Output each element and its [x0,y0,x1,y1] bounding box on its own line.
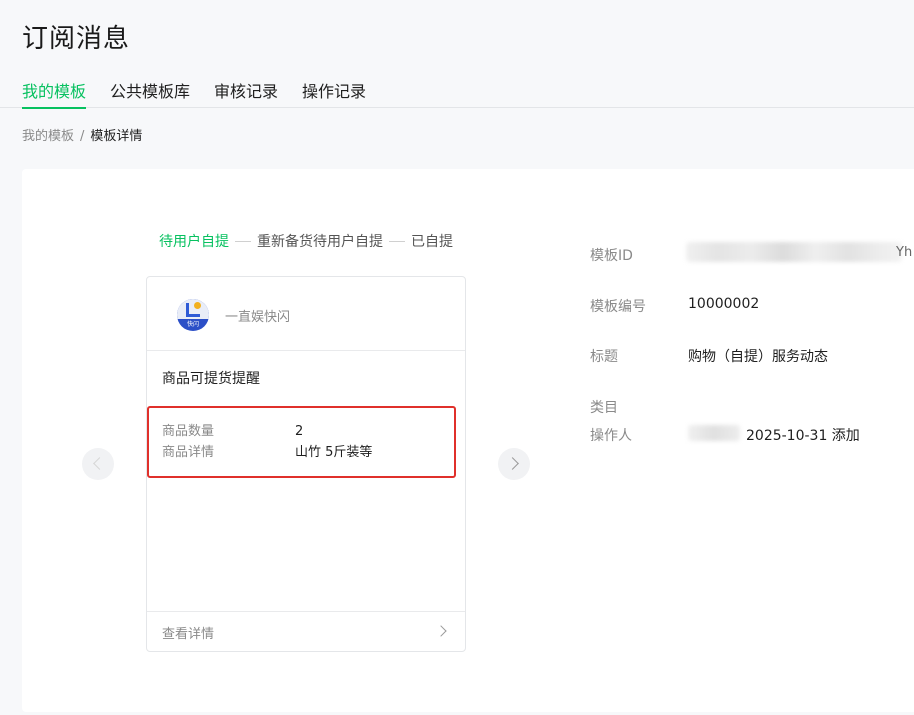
next-preview-button[interactable] [498,448,530,480]
tab-bar: 我的模板 公共模板库 审核记录 操作记录 [0,78,914,109]
message-title: 商品可提货提醒 [162,371,260,387]
operator-value: 2025-10-31 添加 [746,428,860,444]
template-no-label: 模板编号 [590,299,646,315]
brand-avatar: 快闪 [177,299,209,331]
template-id-redacted [686,242,902,262]
step-restocked-awaiting-pickup[interactable]: 重新备货待用户自提 [257,231,383,251]
tab-public-template-library[interactable]: 公共模板库 [110,78,190,108]
category-label: 类目 [590,400,618,416]
chevron-left-icon [93,457,106,470]
status-steps: 待用户自提 重新备货待用户自提 已自提 [159,231,453,251]
step-picked-up[interactable]: 已自提 [411,231,453,251]
highlight-box [147,406,456,478]
operator-name-redacted [688,425,740,441]
title-value: 购物（自提）服务动态 [688,349,828,365]
template-id-label: 模板ID [590,248,633,264]
message-preview-card: 快闪 一直娱快闪 商品可提货提醒 商品数量 2 商品详情 山竹 5斤装等 查看详情 [146,276,466,652]
page-title: 订阅消息 [22,24,131,54]
step-divider [235,240,251,242]
breadcrumb: 我的模板 / 模板详情 [22,125,142,144]
operator-label: 操作人 [590,428,632,444]
message-header: 快闪 一直娱快闪 [147,277,465,351]
step-awaiting-pickup[interactable]: 待用户自提 [159,231,229,251]
tab-operation-records[interactable]: 操作记录 [302,78,366,108]
avatar-text: 快闪 [186,321,199,328]
breadcrumb-separator: / [80,129,85,144]
tab-my-templates[interactable]: 我的模板 [22,78,87,109]
view-details-label: 查看详情 [162,627,215,642]
template-no-value: 10000002 [688,296,760,312]
title-label: 标题 [590,349,618,365]
chevron-right-icon [435,625,447,637]
chevron-right-icon [506,457,519,470]
step-divider [389,240,405,242]
template-detail-card: 待用户自提 重新备货待用户自提 已自提 快闪 一直娱快闪 商品可提货提醒 商品数… [22,169,914,712]
template-id-tail: Yh [896,245,913,260]
brand-name: 一直娱快闪 [225,310,291,325]
breadcrumb-current: 模板详情 [90,129,143,144]
breadcrumb-parent-link[interactable]: 我的模板 [22,129,74,144]
prev-preview-button[interactable] [82,448,114,480]
tab-review-records[interactable]: 审核记录 [214,78,278,108]
view-details-link[interactable]: 查看详情 [147,611,465,651]
